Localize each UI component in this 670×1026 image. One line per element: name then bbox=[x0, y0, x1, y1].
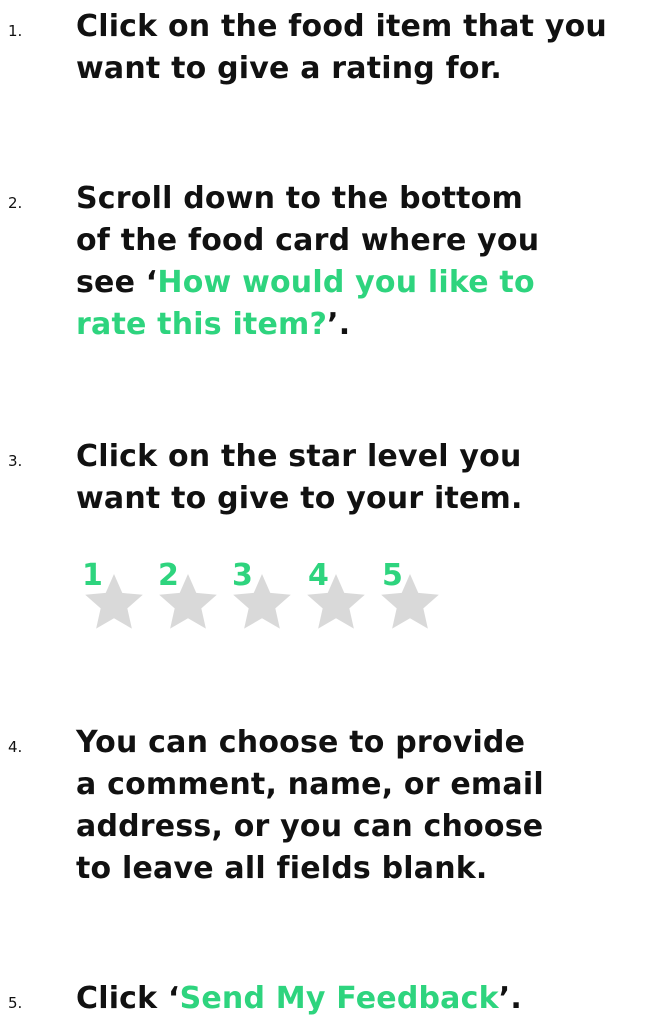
step-2-number: 2. bbox=[8, 194, 23, 212]
star-number-1: 1 bbox=[82, 558, 103, 593]
star-number-2: 2 bbox=[158, 558, 179, 593]
step-3-line-1: Click on the star level you bbox=[76, 439, 522, 474]
step-2-line-4: rate this item?’. bbox=[76, 304, 666, 346]
star-rating-illustration: 1 2 3 4 5 bbox=[76, 558, 456, 638]
rating-prompt-text: How would you like to bbox=[157, 265, 535, 300]
step-4-line-1: You can choose to provide bbox=[76, 725, 526, 760]
step-2-line-3: see ‘How would you like to bbox=[76, 262, 666, 304]
star-number-5: 5 bbox=[382, 558, 403, 593]
step-5-suffix: ’. bbox=[498, 981, 522, 1016]
step-1-number: 1. bbox=[8, 22, 23, 40]
rating-prompt-text-end: rate this item? bbox=[76, 307, 328, 342]
step-1-line-2: want to give a rating for. bbox=[76, 51, 503, 86]
step-2-text: Scroll down to the bottom of the food ca… bbox=[76, 178, 666, 346]
step-5-text: Click ‘Send My Feedback’. bbox=[76, 978, 666, 1020]
step-1-line-1: Click on the food item that you bbox=[76, 9, 607, 44]
step-3-number: 3. bbox=[8, 452, 23, 470]
star-number-3: 3 bbox=[232, 558, 253, 593]
step-2-prefix: see ‘ bbox=[76, 265, 158, 300]
step-4-text: You can choose to provide a comment, nam… bbox=[76, 722, 666, 890]
star-number-4: 4 bbox=[308, 558, 329, 593]
step-4-number: 4. bbox=[8, 738, 23, 756]
step-4-line-4: to leave all fields blank. bbox=[76, 851, 488, 886]
step-3-text: Click on the star level you want to give… bbox=[76, 436, 666, 520]
step-1-text: Click on the food item that you want to … bbox=[76, 6, 666, 90]
step-2-line-2: of the food card where you bbox=[76, 223, 540, 258]
step-2-suffix: ’. bbox=[327, 307, 351, 342]
send-feedback-label: Send My Feedback bbox=[179, 981, 499, 1016]
step-4-line-2: a comment, name, or email bbox=[76, 767, 544, 802]
step-3-line-2: want to give to your item. bbox=[76, 481, 523, 516]
step-2-line-1: Scroll down to the bottom bbox=[76, 181, 523, 216]
step-5-number: 5. bbox=[8, 994, 23, 1012]
step-5-prefix: Click ‘ bbox=[76, 981, 180, 1016]
step-4-line-3: address, or you can choose bbox=[76, 809, 544, 844]
